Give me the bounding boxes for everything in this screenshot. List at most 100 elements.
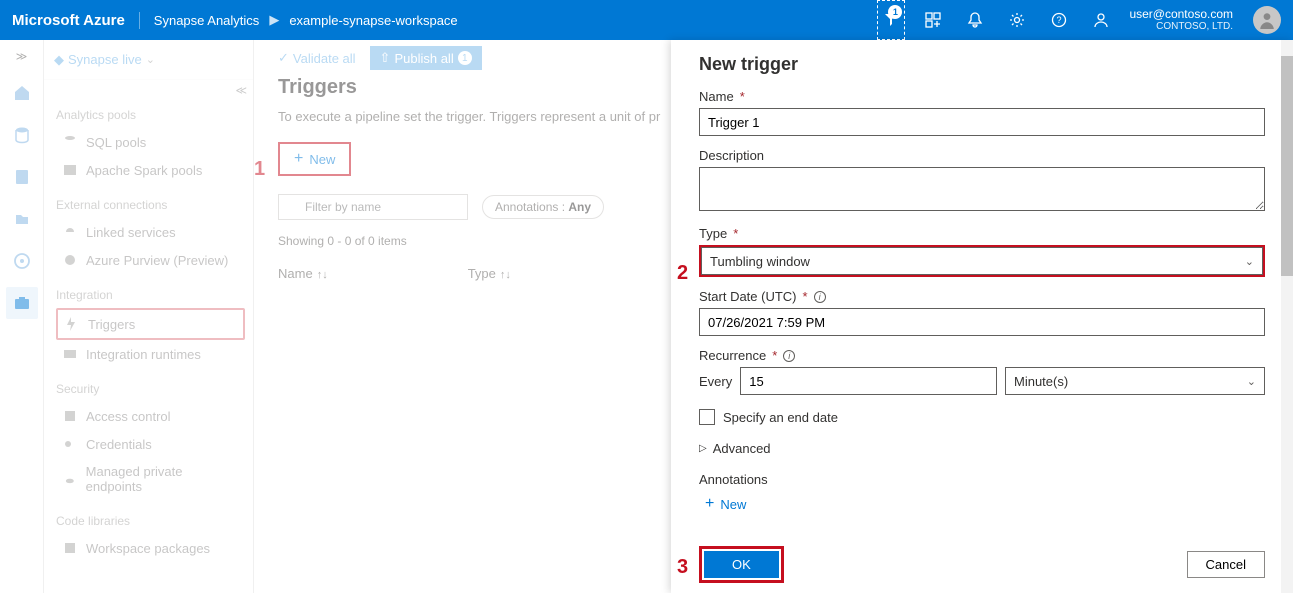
person-icon[interactable] xyxy=(1087,0,1115,40)
breadcrumb: Synapse Analytics ▶ example-synapse-work… xyxy=(140,12,458,28)
rail-monitor[interactable] xyxy=(6,245,38,277)
live-label: Synapse live xyxy=(68,52,142,67)
advanced-toggle[interactable]: ▷ Advanced xyxy=(699,441,1265,456)
feedback-icon[interactable] xyxy=(919,0,947,40)
bell-icon[interactable] xyxy=(961,0,989,40)
panel-title: New trigger xyxy=(699,54,1265,75)
callout-marker-1: 1 xyxy=(254,158,265,181)
new-trigger-button[interactable]: + New xyxy=(278,142,351,176)
type-label: Type * xyxy=(699,226,1265,241)
unit-value: Minute(s) xyxy=(1014,374,1068,389)
filter-by-name-input[interactable] xyxy=(278,194,468,220)
sort-icon: ↑↓ xyxy=(500,269,511,281)
chevron-down-icon: ⌄ xyxy=(146,53,155,66)
nav-triggers[interactable]: Triggers xyxy=(56,308,245,340)
recurrence-label: Recurrence * i xyxy=(699,348,1265,363)
type-select[interactable]: Tumbling window ⌄ xyxy=(701,247,1263,275)
nav-access-control[interactable]: Access control xyxy=(56,402,245,430)
upload-icon: ⇧ xyxy=(380,50,391,66)
cancel-button[interactable]: Cancel xyxy=(1187,551,1265,578)
every-label: Every xyxy=(699,374,732,389)
notifications-icon[interactable]: 1 xyxy=(877,0,905,40)
new-trigger-panel: New trigger Name * Description Type * 2 … xyxy=(671,40,1293,593)
nav-group-code: Code libraries xyxy=(56,514,245,528)
nav-integration-runtimes[interactable]: Integration runtimes xyxy=(56,340,245,368)
nav-purview[interactable]: Azure Purview (Preview) xyxy=(56,246,245,274)
col-type[interactable]: Type↑↓ xyxy=(468,266,511,281)
rail-manage[interactable] xyxy=(6,287,38,319)
scrollbar-thumb[interactable] xyxy=(1281,56,1293,276)
nav-sql-pools[interactable]: SQL pools xyxy=(56,128,245,156)
publish-count-badge: 1 xyxy=(458,51,472,65)
chevron-down-icon: ⌄ xyxy=(1245,255,1254,268)
validate-all-button[interactable]: ✓ Validate all xyxy=(278,50,356,66)
svg-text:?: ? xyxy=(1057,15,1062,25)
name-label: Name * xyxy=(699,89,1265,104)
header-icons: 1 ? user@contoso.com CONTOSO, LTD. xyxy=(877,0,1281,40)
synapse-live-button[interactable]: ◆ Synapse live ⌄ xyxy=(54,52,155,68)
info-icon[interactable]: i xyxy=(783,350,795,362)
user-email: user@contoso.com xyxy=(1129,7,1233,21)
start-date-label: Start Date (UTC) * i xyxy=(699,289,1265,304)
user-block[interactable]: user@contoso.com CONTOSO, LTD. xyxy=(1129,7,1239,33)
crumb-workspace[interactable]: example-synapse-workspace xyxy=(289,13,457,28)
publish-all-button[interactable]: ⇧ Publish all 1 xyxy=(370,46,482,70)
check-icon: ✓ xyxy=(278,50,289,66)
start-date-input[interactable] xyxy=(699,308,1265,336)
recurrence-every-input[interactable] xyxy=(740,367,997,395)
brand-label[interactable]: Microsoft Azure xyxy=(12,12,140,29)
nav-credentials[interactable]: Credentials xyxy=(56,430,245,458)
name-input[interactable] xyxy=(699,108,1265,136)
top-header: Microsoft Azure Synapse Analytics ▶ exam… xyxy=(0,0,1293,40)
plus-icon: + xyxy=(294,150,303,168)
plus-icon: + xyxy=(705,495,714,513)
notification-badge: 1 xyxy=(888,5,902,19)
end-date-checkbox-row[interactable]: Specify an end date xyxy=(699,409,1265,425)
description-label: Description xyxy=(699,148,1265,163)
nav-group-integration: Integration xyxy=(56,288,245,302)
type-value: Tumbling window xyxy=(710,254,810,269)
end-date-checkbox[interactable] xyxy=(699,409,715,425)
nav-list: Analytics pools SQL pools Apache Spark p… xyxy=(44,80,253,562)
chevron-right-icon: ▶ xyxy=(269,12,279,28)
nav-linked-services[interactable]: Linked services xyxy=(56,218,245,246)
nav-group-security: Security xyxy=(56,382,245,396)
col-name[interactable]: Name↑↓ xyxy=(278,266,328,281)
nav-panel: ◆ Synapse live ⌄ ≪ Analytics pools SQL p… xyxy=(44,40,254,593)
annotations-header: Annotations xyxy=(699,472,1265,487)
callout-marker-3: 3 xyxy=(677,556,688,579)
ok-highlight: OK xyxy=(699,546,784,583)
annotation-new-button[interactable]: + New xyxy=(705,495,1265,513)
nav-workspace-packages[interactable]: Workspace packages xyxy=(56,534,245,562)
rail-develop[interactable] xyxy=(6,161,38,193)
end-date-label: Specify an end date xyxy=(723,410,838,425)
live-icon: ◆ xyxy=(54,52,64,68)
left-rail: ≫ xyxy=(0,40,44,593)
toolbar: ◆ Synapse live ⌄ xyxy=(44,40,253,80)
rail-data[interactable] xyxy=(6,119,38,151)
crumb-service[interactable]: Synapse Analytics xyxy=(154,13,260,28)
nav-managed-endpoints[interactable]: Managed private endpoints xyxy=(56,458,245,500)
help-icon[interactable]: ? xyxy=(1045,0,1073,40)
annotations-filter-button[interactable]: Annotations : Any xyxy=(482,195,604,219)
nav-spark-pools[interactable]: Apache Spark pools xyxy=(56,156,245,184)
info-icon[interactable]: i xyxy=(814,291,826,303)
user-org: CONTOSO, LTD. xyxy=(1129,21,1233,33)
new-label: New xyxy=(309,152,335,167)
callout-marker-2: 2 xyxy=(677,262,688,285)
caret-right-icon: ▷ xyxy=(699,443,707,454)
rail-home[interactable] xyxy=(6,77,38,109)
description-input[interactable] xyxy=(699,167,1265,211)
advanced-label: Advanced xyxy=(713,441,771,456)
chevron-down-icon: ⌄ xyxy=(1247,375,1256,388)
recurrence-unit-select[interactable]: Minute(s) ⌄ xyxy=(1005,367,1265,395)
rail-integrate[interactable] xyxy=(6,203,38,235)
avatar[interactable] xyxy=(1253,6,1281,34)
sort-icon: ↑↓ xyxy=(317,269,328,281)
annotation-new-label: New xyxy=(720,497,746,512)
ok-button[interactable]: OK xyxy=(704,551,779,578)
nav-group-analytics: Analytics pools xyxy=(56,108,245,122)
gear-icon[interactable] xyxy=(1003,0,1031,40)
expand-rail-icon[interactable]: ≫ xyxy=(12,46,32,67)
type-select-highlight: Tumbling window ⌄ xyxy=(699,245,1265,277)
